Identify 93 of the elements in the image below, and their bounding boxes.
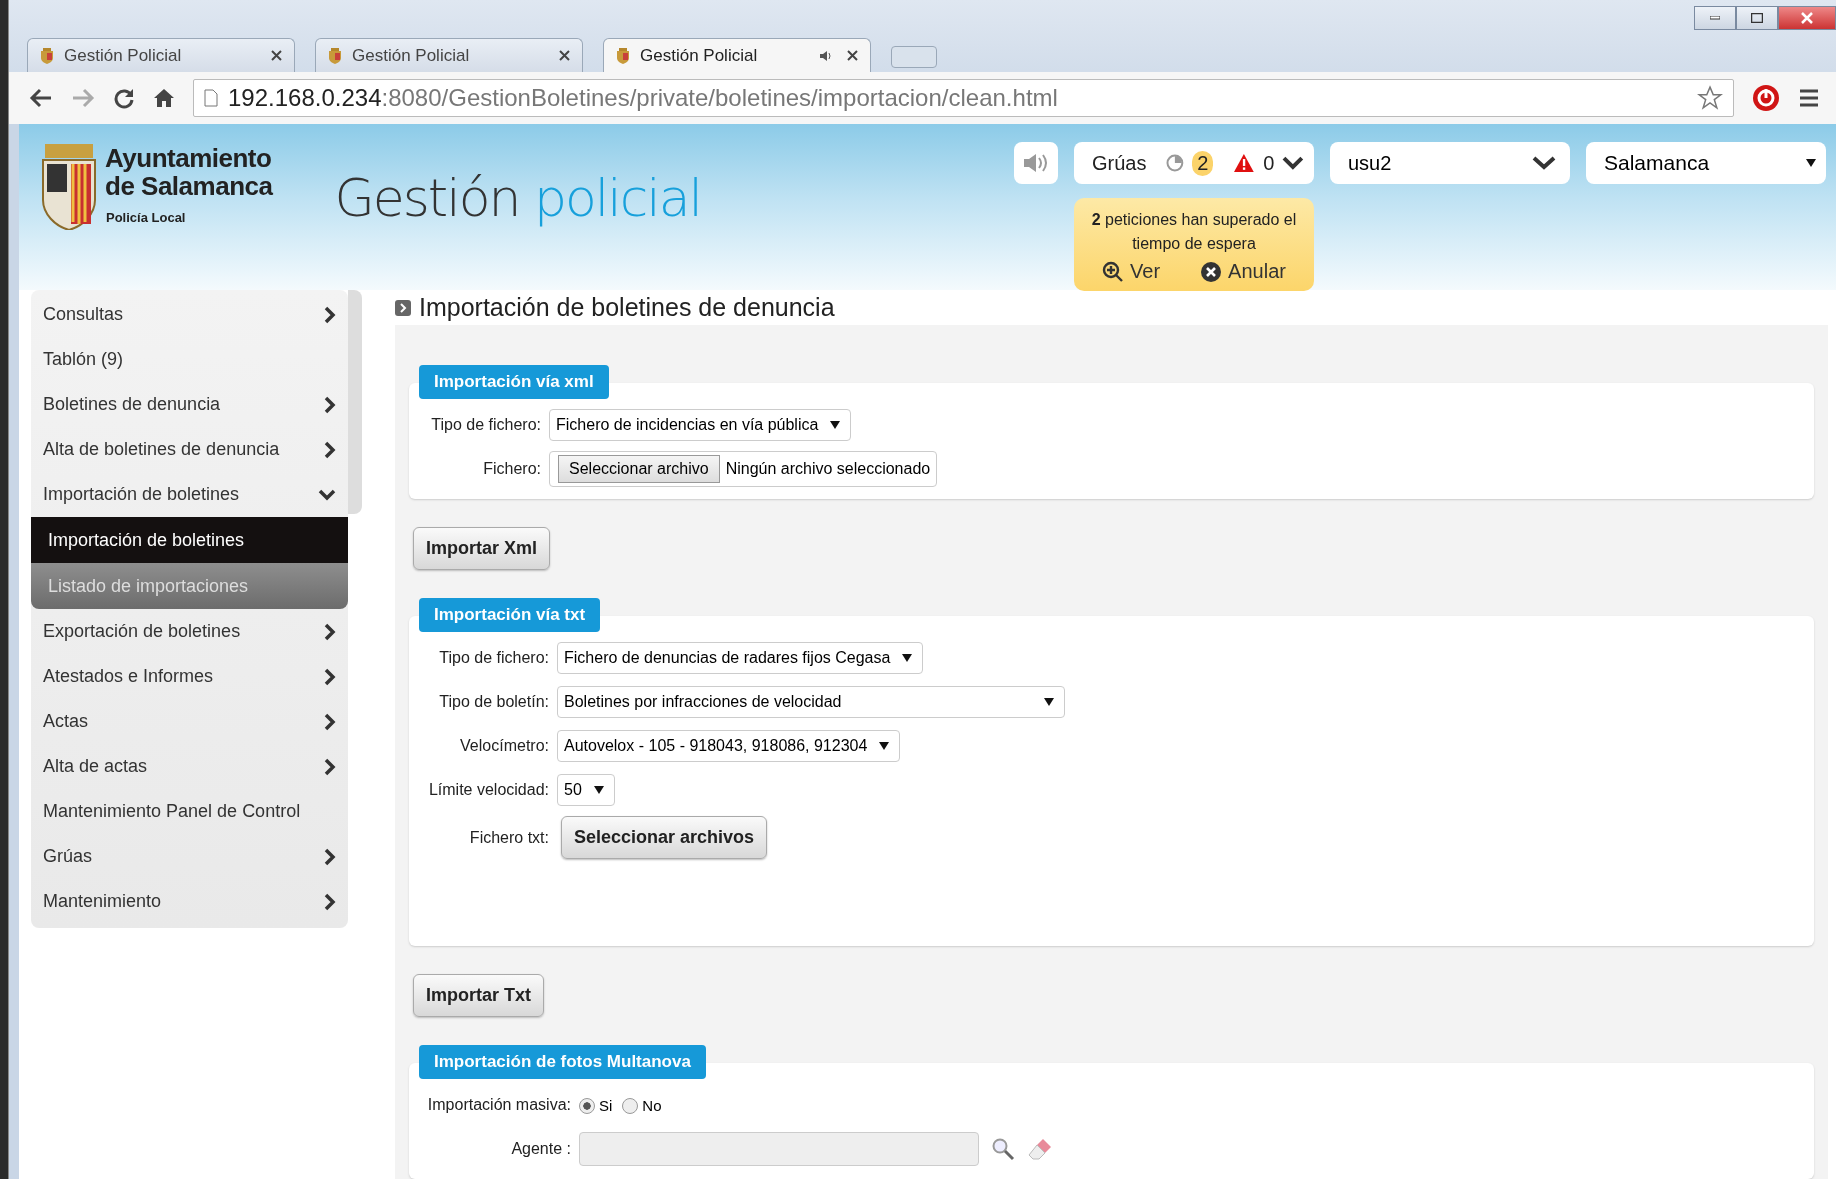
close-icon (1801, 12, 1813, 24)
browser-tab[interactable]: Gestión Policial (315, 38, 583, 72)
select-field[interactable]: Fichero de incidencias en vía pública (549, 409, 852, 441)
speaker-icon (819, 49, 833, 62)
browser-tab[interactable]: Gestión Policial (603, 38, 871, 72)
tab-title: Gestión Policial (640, 45, 759, 66)
select-field[interactable]: Fichero de denuncias de radares fijos Cegasa (557, 642, 924, 674)
home-icon[interactable] (153, 87, 175, 109)
import-button[interactable]: Importar Txt (413, 974, 544, 1017)
field-label: Agente : (510, 1140, 571, 1158)
notice-text: 2 peticiones han superado el tiempo de espera (1090, 210, 1298, 254)
logo-text: de Salamanca (105, 172, 273, 200)
tow-status-dropdown[interactable]: Grúas 2 0 (1074, 142, 1314, 184)
user-dropdown[interactable]: usu2 (1330, 142, 1570, 184)
field-label: Tipo de fichero: (430, 416, 541, 434)
search-icon[interactable] (991, 1137, 1015, 1161)
stop-sign-icon[interactable] (1752, 84, 1780, 112)
clock-icon (1166, 154, 1185, 172)
back-icon[interactable] (29, 88, 53, 108)
file-input[interactable]: Seleccionar archivo Ningún archivo seleccionado (549, 451, 938, 487)
crest-icon (616, 47, 630, 64)
sound-button[interactable] (1014, 142, 1058, 184)
logo-text: Ayuntamiento (105, 144, 273, 172)
menu-icon[interactable] (1798, 88, 1820, 108)
tab-title: Gestión Policial (352, 45, 471, 66)
section-title: Importación vía txt (419, 598, 601, 632)
sidebar-item[interactable]: Exportación de boletines (31, 609, 348, 654)
page-icon (204, 89, 218, 107)
dropdown-arrow-icon (1806, 159, 1816, 167)
logo-subtitle: Policía Local (106, 210, 187, 225)
cancel-icon (1200, 260, 1223, 283)
browser-tab[interactable]: Gestión Policial (27, 38, 295, 72)
field-label: Límite velocidad: (427, 781, 549, 799)
minimize-icon (1710, 16, 1720, 20)
section-title: Importación de fotos Multanova (419, 1045, 706, 1079)
sidebar-item[interactable]: Boletines de denuncia (31, 382, 348, 427)
radio-option[interactable]: No (622, 1096, 662, 1114)
import-button[interactable]: Importar Xml (413, 527, 551, 570)
field-label: Velocímetro: (459, 737, 549, 755)
app-title: Gestión policial (334, 168, 702, 228)
maximize-icon (1751, 13, 1763, 23)
star-icon[interactable] (1697, 85, 1723, 111)
dropdown-arrow-icon (879, 742, 890, 750)
select-field[interactable]: 50 (557, 774, 615, 806)
section-title: Importación vía xml (419, 365, 609, 399)
close-icon[interactable] (559, 50, 570, 61)
sidebar-item[interactable]: Grúas (31, 834, 348, 879)
maximize-button[interactable] (1736, 6, 1778, 30)
sidebar-item[interactable]: Mantenimiento (31, 879, 348, 924)
agent-input[interactable] (579, 1132, 979, 1166)
crest-icon (40, 47, 54, 64)
page-title: Importación de boletines de denuncia (419, 293, 835, 322)
sidebar-item[interactable]: Alta de actas (31, 744, 348, 789)
sidebar-item[interactable]: Tablón (9) (31, 337, 348, 382)
field-label: Tipo de boletín: (438, 693, 549, 711)
close-icon[interactable] (271, 50, 282, 61)
sidebar-item[interactable]: Alta de boletines de denuncia (31, 427, 348, 472)
close-button[interactable] (1778, 6, 1836, 30)
notice-action-link[interactable]: Ver (1102, 260, 1161, 283)
speaker-icon (1022, 152, 1050, 174)
dropdown-arrow-icon (1044, 698, 1054, 706)
sidebar-item[interactable]: Importación de boletines (31, 472, 348, 517)
chevron-down-icon (1532, 156, 1556, 170)
alert-count: 0 (1263, 151, 1275, 175)
field-label: Tipo de fichero: (438, 649, 549, 667)
radio-option[interactable]: Si (579, 1096, 613, 1114)
warning-icon (1233, 153, 1256, 173)
tab-title: Gestión Policial (64, 45, 183, 66)
chevron-box-icon (395, 299, 411, 316)
chevron-down-icon (1282, 156, 1304, 170)
submenu-item[interactable]: Importación de boletines (31, 517, 348, 563)
sidebar-item[interactable]: Actas (31, 699, 348, 744)
dropdown-arrow-icon (593, 786, 604, 794)
field-label: Importación masiva: (426, 1096, 571, 1114)
city-select[interactable]: Salamanca (1586, 142, 1826, 184)
sidebar-item[interactable]: Consultas (31, 292, 348, 337)
select-field[interactable]: Boletines por infracciones de velocidad (557, 686, 1065, 718)
dropdown-arrow-icon (902, 654, 913, 662)
zoom-in-icon (1102, 260, 1125, 283)
select-field[interactable]: Autovelox - 105 - 918043, 918086, 912304 (557, 730, 901, 762)
notice-action-link[interactable]: Anular (1200, 260, 1286, 283)
close-icon[interactable] (847, 50, 858, 61)
crest-icon (328, 47, 342, 64)
select-files-button[interactable]: Seleccionar archivos (561, 816, 768, 859)
reload-icon[interactable] (113, 87, 135, 109)
sidebar-item[interactable]: Mantenimiento Panel de Control (31, 789, 348, 834)
address-bar[interactable]: 192.168.0.234:8080/GestionBoletines/private/boletines/importacion/clean.html (193, 79, 1734, 117)
pending-count: 2 (1192, 150, 1214, 176)
collapse-handle[interactable] (348, 290, 362, 514)
field-label: Fichero: (482, 460, 541, 478)
dropdown-arrow-icon (830, 421, 841, 429)
field-label: Fichero txt: (468, 828, 549, 847)
sidebar-item[interactable]: Atestados e Informes (31, 654, 348, 699)
